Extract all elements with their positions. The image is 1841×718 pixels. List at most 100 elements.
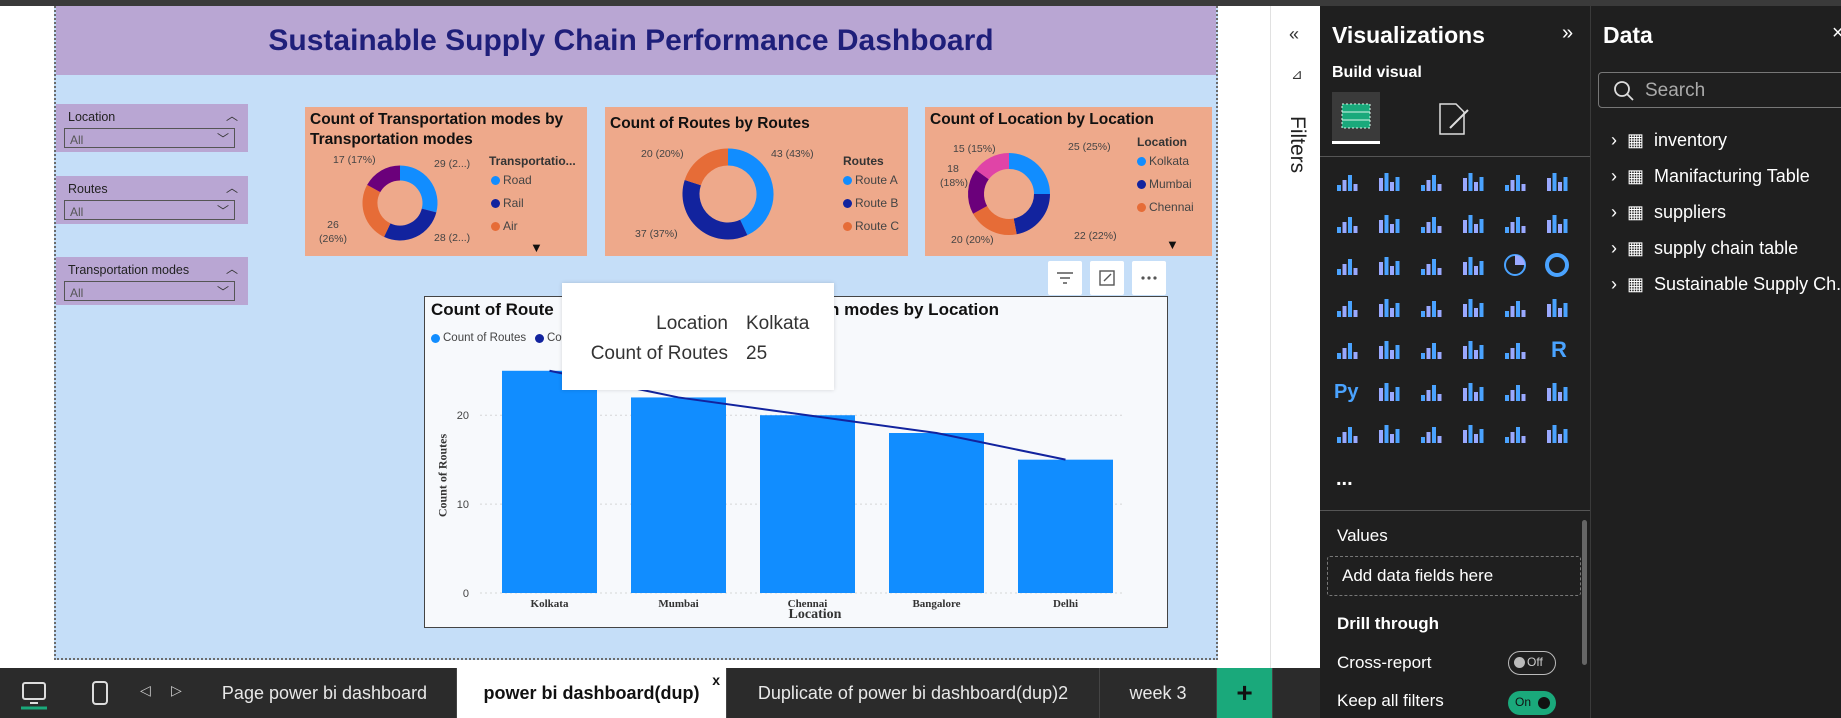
table-node-sustainable[interactable]: › ▦ Sustainable Supply Ch... [1611, 274, 1841, 295]
donut-slice[interactable] [362, 184, 391, 237]
dashboard-title-banner[interactable]: Sustainable Supply Chain Performance Das… [56, 6, 1216, 75]
filter-icon[interactable] [1048, 261, 1082, 295]
scatter-icon[interactable] [1458, 250, 1488, 280]
slicer-dropdown[interactable]: All ﹀ [64, 281, 235, 301]
legend-item-chennai[interactable]: Chennai [1137, 200, 1194, 214]
decomposition-tree-icon[interactable] [1416, 376, 1446, 406]
funnel-icon[interactable] [1416, 250, 1446, 280]
donut-card-routes[interactable]: Count of Routes by Routes 20 (20%) 43 (4… [605, 107, 908, 256]
slicer-location[interactable]: Location ︿ All ﹀ [56, 104, 248, 152]
donut-slice[interactable] [968, 169, 990, 214]
mobile-view-icon[interactable] [88, 680, 112, 708]
card-icon[interactable] [1542, 292, 1572, 322]
keep-all-filters-toggle[interactable]: On [1508, 691, 1556, 715]
donut-slice[interactable] [1008, 153, 1050, 195]
slicer-dropdown[interactable]: All ﹀ [64, 200, 235, 220]
stacked-bar-icon[interactable] [1332, 166, 1362, 196]
narrative-icon[interactable] [1500, 376, 1530, 406]
legend-item-kolkata[interactable]: Kolkata [1137, 154, 1189, 168]
treemap-icon[interactable] [1332, 292, 1362, 322]
donut-slice[interactable] [684, 148, 729, 186]
smart-card-icon[interactable] [1374, 418, 1404, 448]
legend-item-route-b[interactable]: Route B [843, 196, 898, 210]
power-automate-flow-icon[interactable] [1542, 418, 1572, 448]
more-visuals-button[interactable]: ... [1336, 468, 1353, 491]
close-icon[interactable]: × [1832, 22, 1841, 45]
stacked-area-icon[interactable] [1416, 208, 1446, 238]
power-automate-icon[interactable] [1416, 418, 1446, 448]
filled-map-icon[interactable] [1416, 292, 1446, 322]
stacked-column-icon[interactable] [1374, 166, 1404, 196]
add-page-button[interactable]: + [1217, 668, 1273, 718]
legend-item-rail[interactable]: Rail [491, 196, 524, 210]
donut-slice[interactable] [367, 165, 401, 193]
legend-item-mumbai[interactable]: Mumbai [1137, 177, 1192, 191]
cross-report-toggle[interactable]: Off [1508, 651, 1556, 675]
table-node-supply-chain[interactable]: › ▦ supply chain table [1611, 238, 1798, 259]
bar-chennai[interactable] [760, 415, 855, 593]
chevron-up-icon[interactable]: ︿ [226, 179, 238, 196]
donut-card-transportation[interactable]: Count of Transportation modes by Transpo… [305, 107, 587, 256]
ribbon-icon[interactable] [1458, 208, 1488, 238]
search-input[interactable]: Search [1598, 72, 1841, 108]
table-node-suppliers[interactable]: › ▦ suppliers [1611, 202, 1726, 223]
key-influencers-icon[interactable] [1374, 376, 1404, 406]
slicer-transportation-modes[interactable]: Transportation modes ︿ All ﹀ [56, 257, 248, 305]
100-bar-icon[interactable] [1500, 166, 1530, 196]
pie-icon[interactable] [1500, 250, 1530, 280]
legend-item-route-c[interactable]: Route C [843, 219, 899, 233]
caret-down-icon[interactable]: ▼ [1166, 237, 1179, 252]
table-node-inventory[interactable]: › ▦ inventory [1611, 130, 1727, 151]
donut-slice[interactable] [399, 165, 438, 213]
bar-mumbai[interactable] [631, 397, 726, 593]
donut-slice[interactable] [384, 208, 437, 241]
donut-card-location[interactable]: Count of Location by Location 15 (15%) 2… [925, 107, 1212, 256]
collapse-left-icon[interactable]: « [1289, 24, 1299, 45]
previous-page-icon[interactable]: ◁ [140, 682, 151, 699]
python-visual-icon[interactable]: Py [1332, 376, 1362, 406]
close-tab-icon[interactable]: x [712, 672, 720, 688]
tab-page-power-bi-dashboard[interactable]: Page power bi dashboard [193, 668, 457, 718]
waterfall-icon[interactable] [1542, 208, 1572, 238]
more-options-icon[interactable] [1132, 261, 1166, 295]
qa-icon[interactable] [1458, 376, 1488, 406]
donut-slice[interactable] [682, 179, 748, 240]
line-chart-icon[interactable] [1332, 208, 1362, 238]
line-column-icon[interactable] [1500, 208, 1530, 238]
build-visual-tab[interactable] [1332, 92, 1380, 144]
area-chart-icon[interactable] [1374, 208, 1404, 238]
bar-kolkata[interactable] [502, 370, 597, 593]
line-clustered-icon[interactable] [1332, 250, 1362, 280]
desktop-view-icon[interactable] [18, 678, 50, 710]
chevron-up-icon[interactable]: ︿ [226, 260, 238, 277]
filters-label[interactable]: Filters [1285, 116, 1309, 176]
metrics-icon[interactable] [1542, 376, 1572, 406]
multi-card-icon[interactable] [1332, 334, 1362, 364]
legend-item-road[interactable]: Road [491, 173, 532, 187]
gauge-icon[interactable] [1500, 292, 1530, 322]
r-visual-icon[interactable]: R [1542, 334, 1572, 364]
filter-pane-icon[interactable]: ⊿ [1291, 66, 1303, 83]
caret-down-icon[interactable]: ▼ [530, 240, 543, 255]
donut-slice[interactable] [973, 205, 1017, 235]
tab-duplicate-dashboard-2[interactable]: Duplicate of power bi dashboard(dup)2 [727, 668, 1100, 718]
paginated-icon[interactable] [1332, 418, 1362, 448]
tab-week-3[interactable]: week 3 [1100, 668, 1217, 718]
focus-mode-icon[interactable] [1090, 261, 1124, 295]
slicer-routes[interactable]: Routes ︿ All ﹀ [56, 176, 248, 224]
azure-map-icon[interactable] [1458, 292, 1488, 322]
scrollbar[interactable] [1582, 520, 1587, 665]
slicer-icon[interactable] [1416, 334, 1446, 364]
map-icon[interactable] [1374, 292, 1404, 322]
clustered-bar-icon[interactable] [1416, 166, 1446, 196]
bar-bangalore[interactable] [889, 433, 984, 593]
chevron-up-icon[interactable]: ︿ [226, 107, 238, 124]
values-drop-zone[interactable]: Add data fields here [1327, 556, 1581, 596]
kpi-icon[interactable] [1374, 334, 1404, 364]
table-icon[interactable] [1458, 334, 1488, 364]
tab-power-bi-dashboard-dup[interactable]: power bi dashboard(dup) x [457, 668, 727, 718]
donut-slice[interactable] [1013, 193, 1050, 235]
arcgis-icon[interactable] [1458, 418, 1488, 448]
filters-pane-collapsed[interactable]: « ⊿ Filters [1270, 6, 1320, 668]
legend-item-route-a[interactable]: Route A [843, 173, 898, 187]
